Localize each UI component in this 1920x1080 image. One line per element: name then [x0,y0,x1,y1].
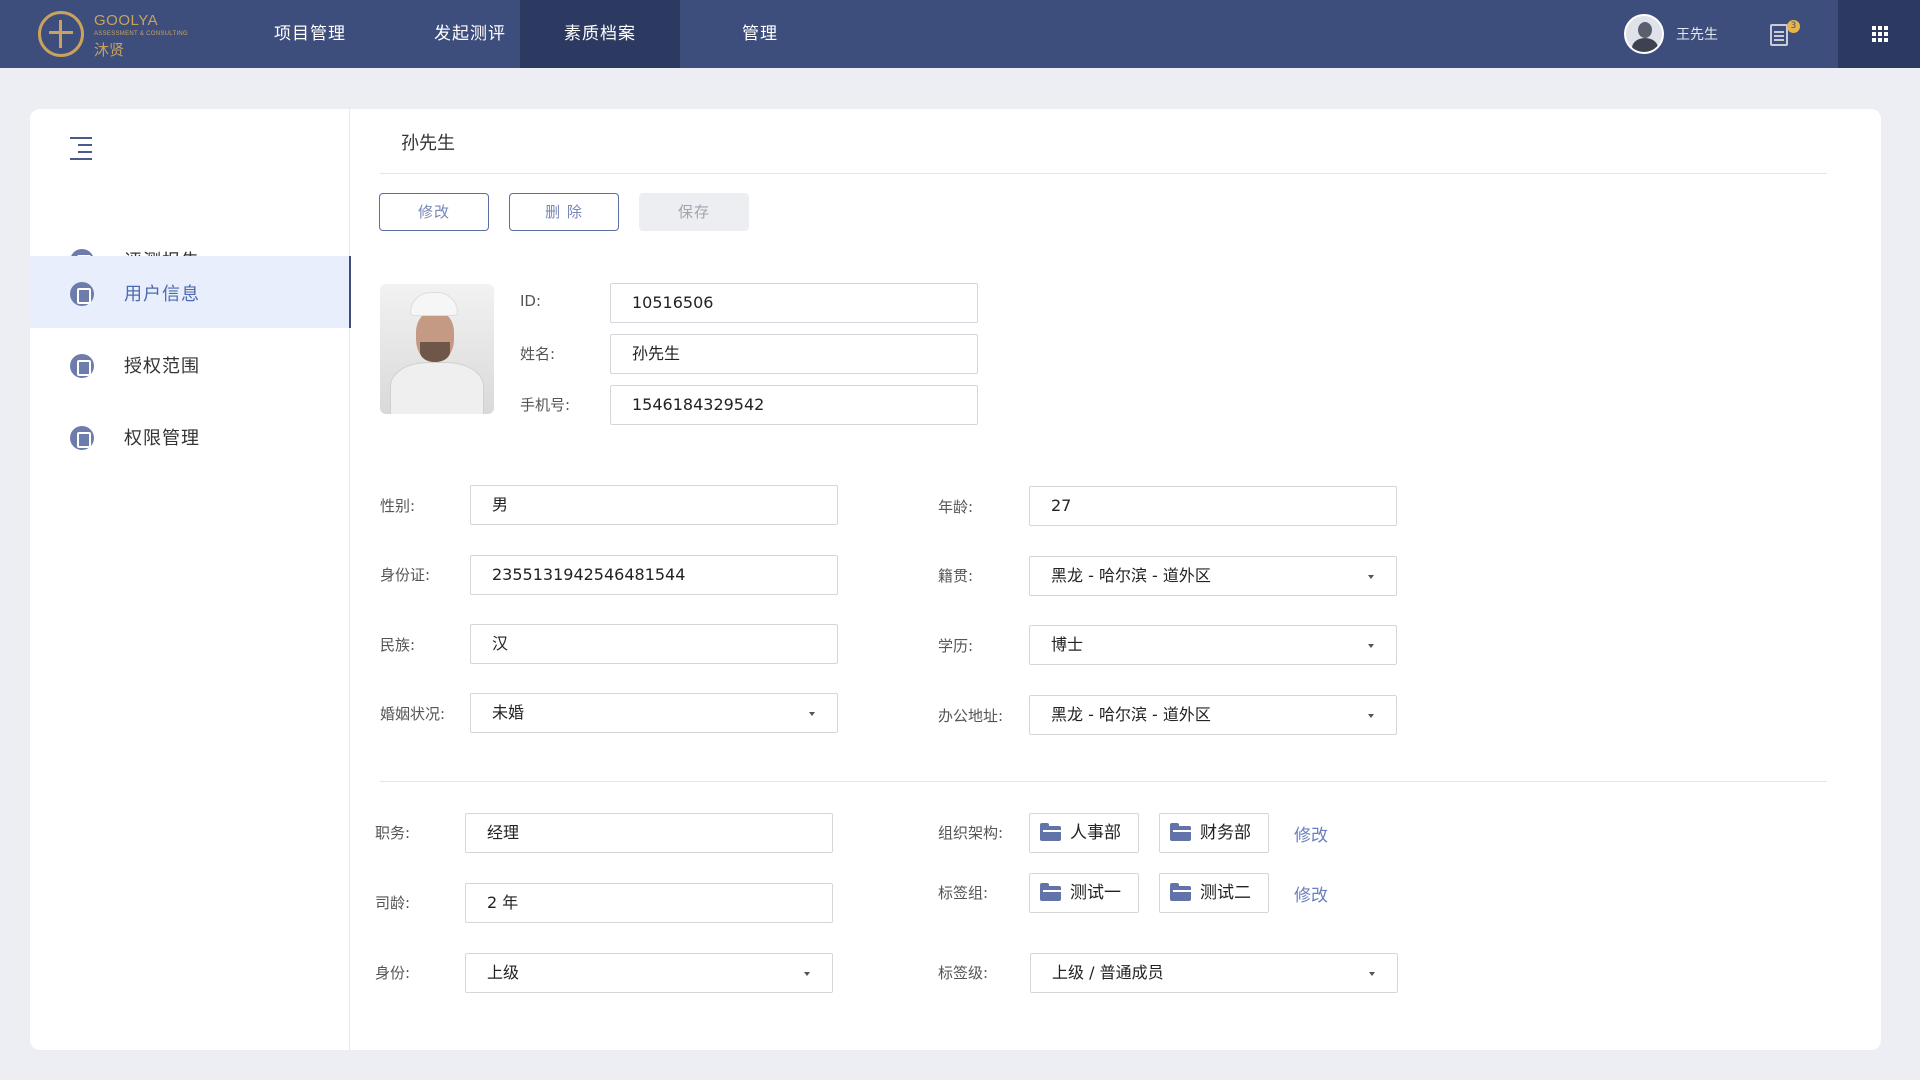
phone-label: 手机号: [520,396,571,414]
ethnic-label: 民族: [380,636,416,654]
marital-label: 婚姻状况: [380,705,446,723]
sidebar-item-user-info[interactable]: 用户信息 [30,256,351,328]
user-name[interactable]: 王先生 [1676,24,1718,44]
sidebar-item-permission[interactable]: 权限管理 [30,400,350,472]
nav-project-management[interactable]: 项目管理 [230,0,390,68]
logo-text-cn: 沐贤 [94,41,125,59]
nav-management[interactable]: 管理 [680,0,840,68]
org-tag[interactable]: 人事部 [1029,813,1139,853]
sidebar-item-scope[interactable]: 授权范围 [30,328,350,400]
position-label: 职务: [375,824,411,842]
sidebar-item-label: 用户信息 [124,284,200,305]
org-edit-link[interactable]: 修改 [1294,821,1328,846]
edit-button[interactable]: 修改 [379,193,489,231]
logo-emblem-icon [38,11,84,57]
idcard-label: 身份证: [380,566,431,584]
folder-icon [1170,883,1191,901]
logo-text-en: GOOLYA [94,12,159,29]
user-icon [70,282,94,306]
idcard-field[interactable]: 2355131942546481544 [470,555,838,595]
nav-quality-archive[interactable]: 素质档案 [520,0,680,68]
logo-text-sub: ASSESSMENT & CONSULTING [94,31,189,37]
education-select[interactable]: 博士 [1029,625,1397,665]
tag-group-label-text: 测试一 [1070,883,1121,903]
name-field[interactable]: 孙先生 [610,334,978,374]
education-label: 学历: [938,637,974,655]
folder-icon [1040,823,1061,841]
content-card: 评测报告 用户信息 授权范围 权限管理 孙先生 修改 删 除 保存 ID: 10… [30,109,1881,1050]
identity-select[interactable]: 上级 [465,953,833,993]
identity-label: 身份: [375,964,411,982]
name-label: 姓名: [520,345,556,363]
notification-icon[interactable] [1770,24,1788,46]
position-field[interactable]: 经理 [465,813,833,853]
native-label: 籍贯: [938,567,974,585]
folder-icon [1170,823,1191,841]
office-address-select[interactable]: 黑龙 - 哈尔滨 - 道外区 [1029,695,1397,735]
gender-field[interactable]: 男 [470,485,838,525]
tag-group-tag[interactable]: 测试二 [1159,873,1269,913]
org-tag-label: 财务部 [1200,823,1251,843]
goolya-logo[interactable]: GOOLYA ASSESSMENT & CONSULTING 沐贤 [38,9,198,59]
phone-field[interactable]: 1546184329542 [610,385,978,425]
org-tag-label: 人事部 [1070,823,1121,843]
age-label: 年龄: [938,498,974,516]
sidebar-item-label: 授权范围 [124,356,200,377]
divider [380,173,1827,174]
folder-icon [1040,883,1061,901]
grid-icon [1872,26,1888,42]
ethnic-field[interactable]: 汉 [470,624,838,664]
top-navigation-bar: GOOLYA ASSESSMENT & CONSULTING 沐贤 项目管理 发… [0,0,1920,68]
id-label: ID: [520,292,542,310]
scope-icon [70,354,94,378]
org-label: 组织架构: [938,824,1004,842]
age-field[interactable]: 27 [1029,486,1397,526]
collapse-menu-icon[interactable] [70,135,92,160]
tag-level-label: 标签级: [938,964,989,982]
tag-group-label: 标签组: [938,884,989,902]
notification-badge: 3 [1787,20,1800,33]
app-menu-button[interactable] [1838,0,1920,68]
user-info-panel: 孙先生 修改 删 除 保存 ID: 10516506 姓名: 孙先生 手机号: … [350,109,1881,1050]
gender-label: 性别: [380,497,416,515]
tag-group-tag[interactable]: 测试一 [1029,873,1139,913]
delete-button[interactable]: 删 除 [509,193,619,231]
tag-group-label-text: 测试二 [1200,883,1251,903]
org-tag[interactable]: 财务部 [1159,813,1269,853]
sidebar-item-label: 权限管理 [124,428,200,449]
tenure-field[interactable]: 2 年 [465,883,833,923]
tag-group-edit-link[interactable]: 修改 [1294,881,1328,906]
permission-icon [70,426,94,450]
save-button[interactable]: 保存 [639,193,749,231]
marital-select[interactable]: 未婚 [470,693,838,733]
native-place-select[interactable]: 黑龙 - 哈尔滨 - 道外区 [1029,556,1397,596]
tag-level-select[interactable]: 上级 / 普通成员 [1030,953,1398,993]
tenure-label: 司龄: [375,894,411,912]
user-avatar[interactable] [1624,14,1664,54]
sidebar: 评测报告 用户信息 授权范围 权限管理 [30,109,351,1050]
page-title: 孙先生 [401,133,455,154]
id-field[interactable]: 10516506 [610,283,978,323]
divider [380,781,1827,782]
office-label: 办公地址: [938,707,1004,725]
user-photo [380,284,494,414]
